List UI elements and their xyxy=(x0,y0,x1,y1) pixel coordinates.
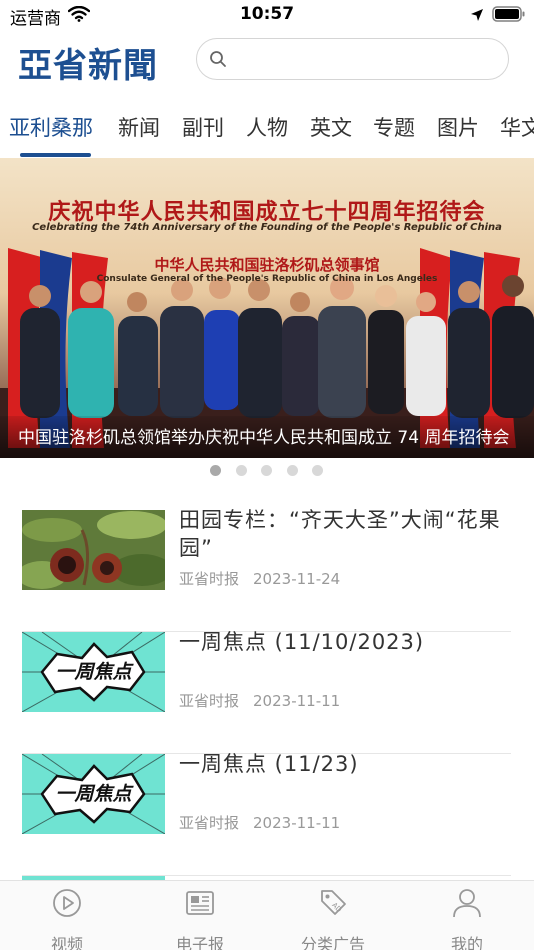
news-list-item[interactable]: 田园专栏：“齐天大圣”大闹“花果园” 亚省时报 2023-11-24 xyxy=(22,508,511,632)
tab-people[interactable]: 人物 xyxy=(246,112,288,142)
carousel-dot[interactable] xyxy=(312,465,323,476)
thumbnail-text: 一周焦点 xyxy=(55,661,132,683)
carousel-dot[interactable] xyxy=(236,465,247,476)
tab-english[interactable]: 英文 xyxy=(310,112,352,142)
carousel-dot[interactable] xyxy=(261,465,272,476)
carousel-dot[interactable] xyxy=(287,465,298,476)
news-list-item[interactable]: 一周焦点 一周焦点 (11/10/2023) 亚省时报 2023-11-11 xyxy=(22,630,511,754)
news-source: 亚省时报 xyxy=(179,814,240,832)
carousel-dots xyxy=(210,465,330,477)
nav-profile[interactable]: 我的 xyxy=(412,885,522,950)
category-tabs: 亚利桑那 新闻 副刊 人物 英文 专题 图片 华文 xyxy=(0,100,534,158)
tab-arizona[interactable]: 亚利桑那 xyxy=(9,112,93,142)
app-header: 亞省新聞 xyxy=(0,30,534,92)
nav-label: 视频 xyxy=(50,935,83,950)
location-arrow-icon xyxy=(470,7,484,26)
news-thumbnail: 一周焦点 xyxy=(22,632,165,712)
nav-e-paper[interactable]: 电子报 xyxy=(145,885,255,950)
news-meta: 亚省时报 2023-11-11 xyxy=(179,812,340,833)
news-title: 一周焦点 (11/10/2023) xyxy=(179,630,425,654)
nav-classified-ads[interactable]: AD 分类广告 xyxy=(278,885,388,950)
news-source: 亚省时报 xyxy=(179,570,240,588)
newspaper-icon xyxy=(185,887,215,919)
tab-supplement[interactable]: 副刊 xyxy=(182,112,224,142)
app-logo[interactable]: 亞省新聞 xyxy=(18,38,158,87)
banner-backdrop-subtitle: Celebrating the 74th Anniversary of the … xyxy=(32,222,502,233)
featured-banner[interactable]: 庆祝中华人民共和国成立七十四周年招待会 Celebrating the 74th… xyxy=(0,158,534,458)
active-tab-indicator xyxy=(20,153,91,157)
news-list-item[interactable]: 一周焦点 一周焦点 (11/23) 亚省时报 2023-11-11 xyxy=(22,752,511,876)
user-icon xyxy=(452,887,482,919)
news-date: 2023-11-11 xyxy=(253,814,341,832)
battery-icon xyxy=(492,6,526,26)
news-meta: 亚省时报 2023-11-11 xyxy=(179,690,340,711)
thumbnail-text: 一周焦点 xyxy=(55,783,132,805)
search-input[interactable] xyxy=(237,47,497,71)
carousel-dot[interactable] xyxy=(210,465,221,476)
bottom-tab-bar: 视频 电子报 AD 分类广告 我的 xyxy=(0,880,534,950)
play-icon xyxy=(52,887,82,919)
news-source: 亚省时报 xyxy=(179,692,240,710)
nav-label: 我的 xyxy=(450,935,483,950)
tab-photos[interactable]: 图片 xyxy=(437,112,479,142)
news-date: 2023-11-11 xyxy=(253,692,341,710)
banner-backdrop-org-en: Consulate General of the People's Republ… xyxy=(96,274,438,284)
nav-label: 分类广告 xyxy=(300,935,365,950)
tab-topics[interactable]: 专题 xyxy=(373,112,415,142)
nav-video[interactable]: 视频 xyxy=(12,885,122,950)
news-title: 一周焦点 (11/23) xyxy=(179,752,359,776)
news-thumbnail: 一周焦点 xyxy=(22,754,165,834)
news-meta: 亚省时报 2023-11-24 xyxy=(179,568,340,589)
news-thumbnail xyxy=(22,510,165,590)
status-bar: 运营商 10:57 xyxy=(0,0,534,30)
banner-backdrop-org: 中华人民共和国驻洛杉矶总领事馆 xyxy=(154,256,380,274)
nav-label: 电子报 xyxy=(175,935,224,950)
search-bar[interactable] xyxy=(196,38,509,80)
banner-caption: 中国驻洛杉矶总领馆举办庆祝中华人民共和国成立 74 周年招待会 xyxy=(18,428,510,448)
tab-news[interactable]: 新闻 xyxy=(118,112,160,142)
tag-icon: AD xyxy=(318,887,348,919)
tab-chinese[interactable]: 华文 xyxy=(500,112,534,142)
news-date: 2023-11-24 xyxy=(253,570,341,588)
search-icon xyxy=(209,50,227,72)
news-title: 田园专栏：“齐天大圣”大闹“花果园” xyxy=(179,508,501,560)
clock: 10:57 xyxy=(239,4,295,24)
